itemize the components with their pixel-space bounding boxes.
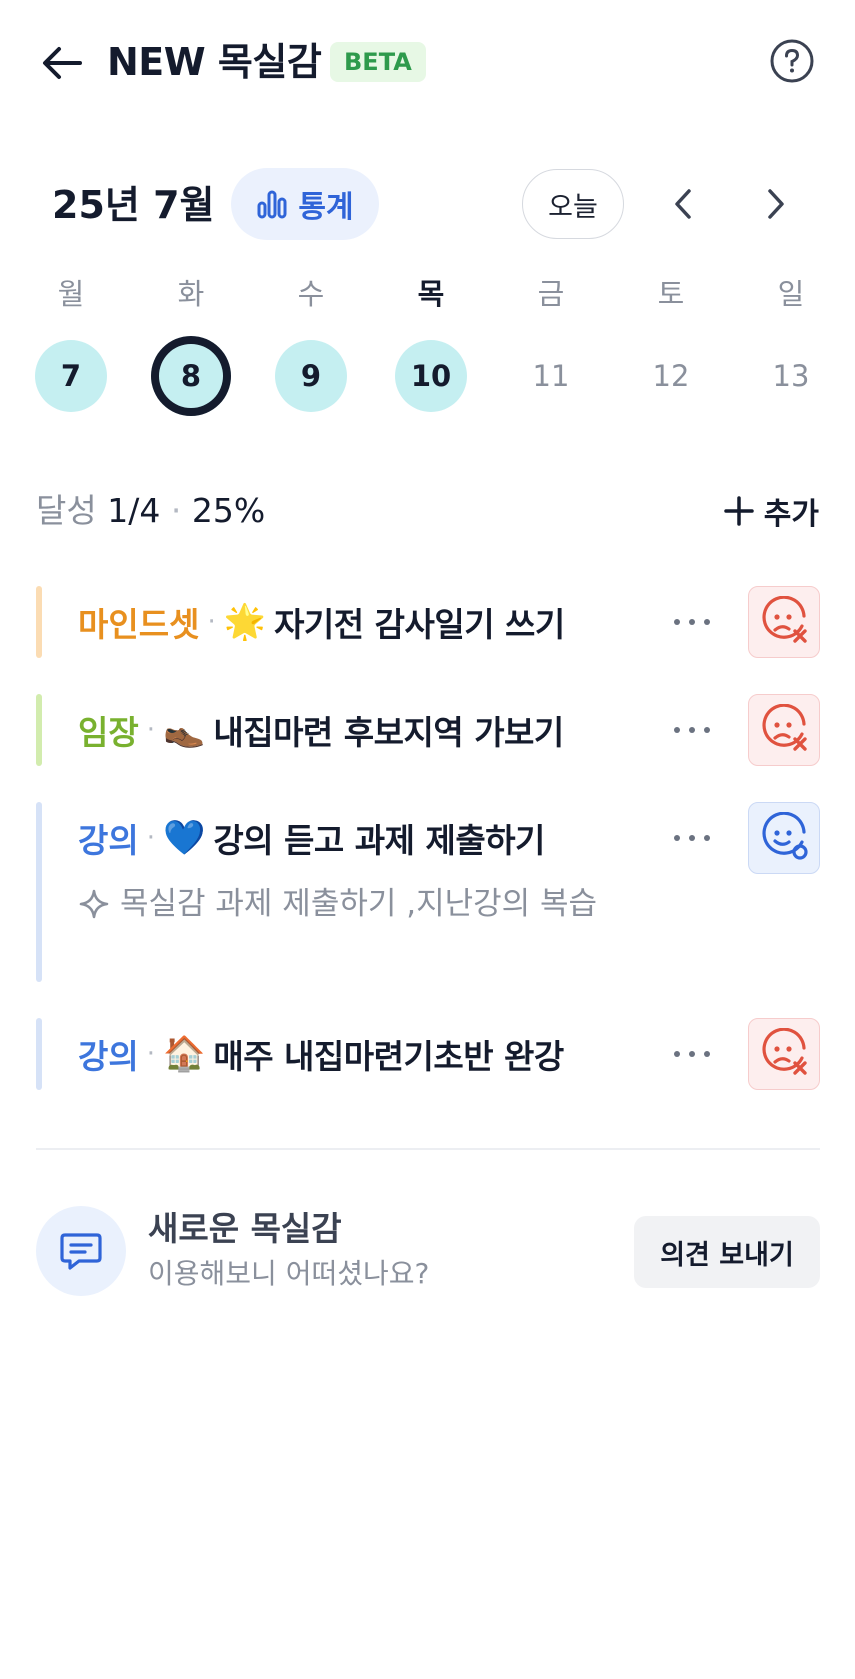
- more-options-button[interactable]: [664, 704, 720, 756]
- weekday-label: 금: [537, 277, 565, 311]
- date-cell[interactable]: 13: [755, 340, 827, 412]
- progress-row: 달성 1/4 · 25% 추가: [0, 486, 855, 536]
- date-cell-selected[interactable]: 8: [151, 336, 231, 416]
- goal-category: 마인드셋: [78, 605, 200, 644]
- goal-line[interactable]: 강의 · 💙 강의 듣고 과제 제출하기: [78, 802, 545, 874]
- weekday-header: 월 화 수 목 금 토 일: [0, 272, 855, 316]
- sad-face-x-icon: [762, 1028, 807, 1075]
- goal-category: 임장: [78, 713, 139, 752]
- progress-percent: 25%: [191, 491, 266, 530]
- stats-button[interactable]: 통계: [231, 168, 379, 240]
- goal-note-text: 목실감 과제 제출하기 ,지난강의 복습: [120, 886, 598, 922]
- date-cell[interactable]: 11: [515, 340, 587, 412]
- arrow-left-icon: [43, 47, 82, 79]
- goal-status-button[interactable]: [748, 802, 820, 874]
- weekday-label-today: 목: [417, 277, 445, 311]
- more-dots-icon: [674, 619, 710, 625]
- progress-count: 1/4: [107, 491, 161, 530]
- question-circle-icon: [770, 39, 814, 83]
- goal-separator: ·: [207, 607, 216, 637]
- prev-week-button[interactable]: [657, 178, 709, 230]
- sad-face-x-icon: [762, 704, 807, 751]
- goal-title: 내집마련 후보지역 가보기: [213, 713, 564, 752]
- goal-line[interactable]: 강의 · 🏠 매주 내집마련기초반 완강: [78, 1018, 564, 1090]
- goal-separator: ·: [146, 1039, 155, 1069]
- blue-heart-emoji-icon: 💙: [163, 818, 206, 858]
- progress-separator: ·: [170, 491, 182, 530]
- goal-note: 목실감 과제 제출하기 ,지난강의 복습: [78, 878, 638, 930]
- goal-category-bar: [36, 586, 42, 658]
- goal-line[interactable]: 마인드셋 · 🌟 자기전 감사일기 쓰기: [78, 586, 565, 658]
- more-dots-icon: [674, 727, 710, 733]
- goal-title: 매주 내집마련기초반 완강: [213, 1037, 564, 1076]
- house-emoji-icon: 🏠: [163, 1034, 206, 1074]
- chevron-left-icon: [675, 189, 691, 219]
- weekday-label: 수: [297, 277, 325, 311]
- goal-category-bar: [36, 694, 42, 766]
- progress-summary: 달성 1/4 · 25%: [36, 486, 265, 536]
- feedback-title: 새로운 목실감: [148, 1209, 342, 1248]
- progress-label: 달성: [36, 491, 97, 530]
- month-controls: 25년 7월 통계 오늘: [0, 168, 855, 242]
- goal-title: 강의 듣고 과제 제출하기: [213, 821, 545, 860]
- page-title: NEW 목실감: [107, 40, 322, 84]
- goal-separator: ·: [146, 823, 155, 853]
- goal-separator: ·: [146, 715, 155, 745]
- add-label: 추가: [763, 497, 819, 532]
- star-emoji-icon: 🌟: [223, 602, 267, 642]
- month-label: 25년 7월: [52, 183, 215, 227]
- goal-item: 강의 · 🏠 매주 내집마련기초반 완강: [36, 1018, 820, 1090]
- beta-badge: BETA: [330, 42, 426, 82]
- feedback-banner: 새로운 목실감 이용해보니 어떠셨나요? 의견 보내기: [36, 1206, 820, 1296]
- plus-icon: [724, 496, 754, 526]
- date-cell[interactable]: 9: [275, 340, 347, 412]
- chat-bubble-icon: [36, 1206, 126, 1296]
- date-cell[interactable]: 7: [35, 340, 107, 412]
- goal-status-button[interactable]: [748, 586, 820, 658]
- sparkle-icon: [78, 878, 120, 930]
- weekday-label: 화: [177, 277, 205, 311]
- goal-category: 강의: [78, 1037, 139, 1076]
- more-options-button[interactable]: [664, 1028, 720, 1080]
- today-button[interactable]: 오늘: [522, 169, 624, 239]
- date-cell[interactable]: 12: [635, 340, 707, 412]
- weekday-label: 월: [57, 277, 85, 311]
- weekday-label: 일: [777, 277, 805, 311]
- next-week-button[interactable]: [750, 178, 802, 230]
- goal-category-bar: [36, 802, 42, 982]
- bar-chart-icon: [257, 190, 287, 219]
- feedback-subtitle: 이용해보니 어떠셨나요?: [148, 1257, 430, 1290]
- section-divider: [36, 1148, 820, 1150]
- stats-label: 통계: [298, 190, 354, 225]
- send-feedback-button[interactable]: 의견 보내기: [634, 1216, 820, 1288]
- goal-item: 강의 · 💙 강의 듣고 과제 제출하기 목실감 과제 제출하기 ,지난강의 복…: [36, 802, 820, 982]
- date-cell[interactable]: 10: [395, 340, 467, 412]
- goal-title: 자기전 감사일기 쓰기: [274, 605, 565, 644]
- back-button[interactable]: [38, 40, 86, 86]
- chevron-right-icon: [768, 189, 784, 219]
- goal-status-button[interactable]: [748, 1018, 820, 1090]
- goal-category-bar: [36, 1018, 42, 1090]
- help-button[interactable]: [769, 38, 815, 84]
- more-options-button[interactable]: [664, 812, 720, 864]
- goal-item: 마인드셋 · 🌟 자기전 감사일기 쓰기: [36, 586, 820, 658]
- goal-category: 강의: [78, 821, 139, 860]
- add-goal-button[interactable]: 추가: [724, 486, 819, 536]
- week-dates: 7 8 9 10 11 12 13: [0, 336, 855, 416]
- goal-status-button[interactable]: [748, 694, 820, 766]
- smile-face-check-icon: [762, 812, 808, 860]
- more-dots-icon: [674, 1051, 710, 1057]
- goal-line[interactable]: 임장 · 👞 내집마련 후보지역 가보기: [78, 694, 564, 766]
- sad-face-x-icon: [762, 596, 807, 643]
- shoe-emoji-icon: 👞: [163, 710, 206, 750]
- app-header: NEW 목실감 BETA: [0, 22, 855, 102]
- more-dots-icon: [674, 835, 710, 841]
- goal-item: 임장 · 👞 내집마련 후보지역 가보기: [36, 694, 820, 766]
- more-options-button[interactable]: [664, 596, 720, 648]
- weekday-label: 토: [657, 277, 685, 311]
